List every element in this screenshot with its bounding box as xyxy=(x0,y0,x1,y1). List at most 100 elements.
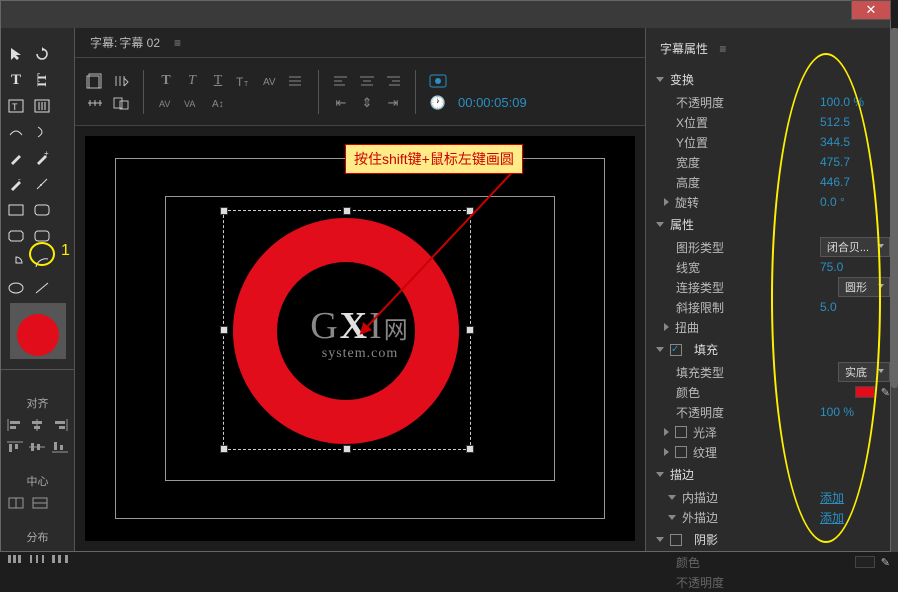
add-anchor-tool[interactable]: + xyxy=(31,147,53,169)
line-width-value[interactable]: 75.0 xyxy=(820,260,890,274)
italic-icon[interactable]: T xyxy=(182,72,202,90)
join-type-select[interactable]: 圆形 xyxy=(838,277,890,297)
resize-handle-e[interactable] xyxy=(466,326,474,334)
distribute-h1-icon[interactable] xyxy=(7,552,23,566)
area-type-tool[interactable]: T xyxy=(5,95,27,117)
tab-right-icon[interactable]: ⇥ xyxy=(383,94,403,112)
convert-anchor-tool[interactable] xyxy=(31,173,53,195)
selection-tool[interactable] xyxy=(5,43,27,65)
vertical-area-type-tool[interactable] xyxy=(31,95,53,117)
chevron-down-icon[interactable] xyxy=(668,515,676,520)
miter-limit-value[interactable]: 5.0 xyxy=(820,300,890,314)
center-vertical-icon[interactable] xyxy=(7,496,25,510)
align-text-right-icon[interactable] xyxy=(383,72,403,90)
chevron-down-icon[interactable] xyxy=(668,495,676,500)
vertical-scrollbar-thumb[interactable] xyxy=(891,28,898,388)
leading-icon[interactable] xyxy=(286,72,306,90)
texture-checkbox[interactable] xyxy=(675,446,687,458)
resize-handle-sw[interactable] xyxy=(220,445,228,453)
template-icon[interactable] xyxy=(85,72,105,90)
resize-handle-ne[interactable] xyxy=(466,207,474,215)
resize-handle-n[interactable] xyxy=(343,207,351,215)
rotate-tool[interactable] xyxy=(31,43,53,65)
chevron-right-icon[interactable] xyxy=(664,323,669,331)
show-video-icon[interactable] xyxy=(428,72,448,90)
canvas[interactable]: GXI网 system.com xyxy=(85,136,635,541)
align-top-icon[interactable] xyxy=(7,440,23,454)
fill-checkbox[interactable] xyxy=(670,344,682,356)
fill-color-chip[interactable] xyxy=(855,386,875,398)
distort-label: 扭曲 xyxy=(675,319,890,336)
roll-crawl-icon[interactable] xyxy=(111,72,131,90)
clipped-rectangle-tool[interactable] xyxy=(5,225,27,247)
underline-icon[interactable]: T xyxy=(208,72,228,90)
eyedropper-icon[interactable]: ✎ xyxy=(881,386,890,399)
x-position-value[interactable]: 512.5 xyxy=(820,115,890,129)
align-vcenter-icon[interactable] xyxy=(29,440,45,454)
rounded-rectangle-tool[interactable] xyxy=(31,199,53,221)
group-transform[interactable]: 变换 xyxy=(646,67,890,92)
close-button[interactable]: ✕ xyxy=(851,0,891,20)
panel-menu-icon[interactable]: ≡ xyxy=(719,42,726,56)
fill-opacity-value[interactable]: 100 % xyxy=(820,405,890,419)
pen-tool[interactable] xyxy=(5,147,27,169)
new-based-on-icon[interactable] xyxy=(111,94,131,112)
kerning-icon[interactable]: AV xyxy=(260,72,280,90)
tab-left-icon[interactable]: ⇤ xyxy=(331,94,351,112)
distribute-h3-icon[interactable] xyxy=(52,552,68,566)
ellipse-tool[interactable] xyxy=(5,277,27,299)
resize-handle-se[interactable] xyxy=(466,445,474,453)
tab-stops-icon[interactable] xyxy=(85,94,105,112)
y-position-value[interactable]: 344.5 xyxy=(820,135,890,149)
foreground-color-swatch[interactable] xyxy=(17,314,59,356)
shadow-checkbox[interactable] xyxy=(670,534,682,546)
width-value[interactable]: 475.7 xyxy=(820,155,890,169)
path-type-tool[interactable] xyxy=(5,121,27,143)
group-fill[interactable]: 填充 xyxy=(646,337,890,362)
fill-type-select[interactable]: 实底 xyxy=(838,362,890,382)
add-outer-stroke-link[interactable]: 添加 xyxy=(820,509,890,526)
align-text-center-icon[interactable] xyxy=(357,72,377,90)
type-tool[interactable]: T xyxy=(5,69,27,91)
opacity-value[interactable]: 100.0 % xyxy=(820,95,890,109)
resize-handle-w[interactable] xyxy=(220,326,228,334)
wedge-tool[interactable] xyxy=(5,251,27,273)
delete-anchor-tool[interactable]: - xyxy=(5,173,27,195)
height-value[interactable]: 446.7 xyxy=(820,175,890,189)
shadow-color-label: 颜色 xyxy=(676,554,855,571)
center-horizontal-icon[interactable] xyxy=(31,496,49,510)
selection-bounding-box[interactable] xyxy=(223,210,471,450)
editor-menu-icon[interactable]: ≡ xyxy=(174,36,181,50)
add-inner-stroke-link[interactable]: 添加 xyxy=(820,489,890,506)
chevron-right-icon[interactable] xyxy=(664,198,669,206)
align-right-icon[interactable] xyxy=(52,418,68,432)
align-bottom-icon[interactable] xyxy=(52,440,68,454)
small-caps-icon[interactable]: AV xyxy=(156,94,176,112)
distribute-h2-icon[interactable] xyxy=(29,552,45,566)
align-text-left-icon[interactable] xyxy=(331,72,351,90)
chevron-right-icon[interactable] xyxy=(664,448,669,456)
timecode-value[interactable]: 00:00:05:09 xyxy=(458,95,527,110)
tracking-icon[interactable]: VA xyxy=(182,94,202,112)
group-shadow[interactable]: 阴影 xyxy=(646,527,890,552)
resize-handle-nw[interactable] xyxy=(220,207,228,215)
group-stroke[interactable]: 描边 xyxy=(646,462,890,487)
vertical-type-tool[interactable]: IT xyxy=(31,69,53,91)
resize-handle-s[interactable] xyxy=(343,445,351,453)
chevron-right-icon[interactable] xyxy=(664,428,669,436)
rotation-value[interactable]: 0.0 ° xyxy=(820,195,890,209)
tab-center-icon[interactable]: ⇕ xyxy=(357,94,377,112)
bold-icon[interactable]: T xyxy=(156,72,176,90)
rectangle-tool[interactable] xyxy=(5,199,27,221)
baseline-shift-icon[interactable]: A↕ xyxy=(208,94,228,112)
shadow-color-chip[interactable] xyxy=(855,556,875,568)
vertical-path-type-tool[interactable] xyxy=(31,121,53,143)
shape-type-select[interactable]: 闭合贝... xyxy=(820,237,890,257)
group-attributes[interactable]: 属性 xyxy=(646,212,890,237)
font-size-icon[interactable]: TT xyxy=(234,72,254,90)
line-tool[interactable] xyxy=(31,277,53,299)
eyedropper-icon[interactable]: ✎ xyxy=(881,556,890,569)
align-hcenter-icon[interactable] xyxy=(29,418,45,432)
sheen-checkbox[interactable] xyxy=(675,426,687,438)
align-left-icon[interactable] xyxy=(7,418,23,432)
